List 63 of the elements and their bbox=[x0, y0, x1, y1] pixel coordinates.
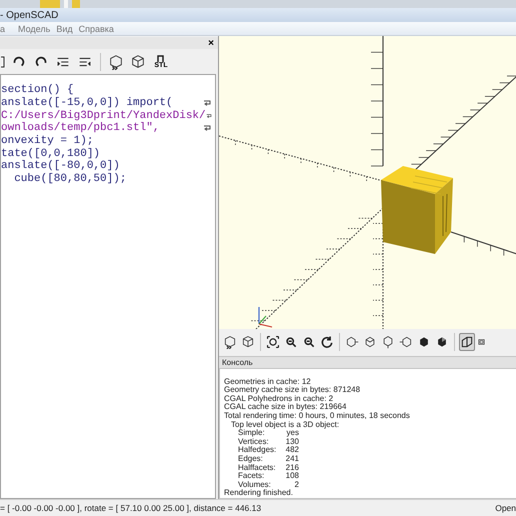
stat-label: Facets: bbox=[238, 472, 266, 481]
code-editor[interactable]: section() { anslate([-15,0,0]) import( C:/Users/Big3Dprint/YandexDisk/ ownloads/temp/pbc1.stl", onvexity = 1); tate([0,0,180]) anslate([-80,0,0]) cube([80,80,50]); bbox=[0, 74, 216, 499]
console-line: Total rendering time: 0 hours, 0 minutes, 18 seconds bbox=[224, 412, 411, 421]
view-button[interactable] bbox=[459, 333, 475, 352]
stat-value: 482 bbox=[284, 446, 299, 455]
console-line: Geometry cache size in bytes: 871248 bbox=[224, 386, 362, 395]
stat-value: 130 bbox=[284, 438, 299, 446]
code-line: tate([0,0,180]) bbox=[1, 148, 100, 160]
cube-right-icon bbox=[345, 335, 359, 350]
perspective-icon bbox=[460, 335, 474, 350]
axis-indicator-icon bbox=[258, 306, 272, 328]
menu-item[interactable]: Модель bbox=[18, 24, 56, 34]
console-title: Консоль bbox=[219, 356, 516, 368]
code-line: section() { bbox=[1, 84, 74, 96]
cube-icon bbox=[130, 54, 146, 70]
stat-value: 216 bbox=[284, 464, 299, 472]
stat-label: Vertices: bbox=[238, 438, 270, 446]
console-line: Top level object is a 3D object: bbox=[230, 420, 340, 429]
console-line: CGAL Polyhedrons in cache: 2 bbox=[224, 394, 334, 403]
cube-left-icon bbox=[399, 335, 413, 350]
shaded-cube-icon bbox=[435, 335, 449, 350]
menu-item[interactable]: а bbox=[0, 24, 18, 34]
view-button[interactable] bbox=[222, 333, 238, 352]
console-line: CGAL cache size in bytes: 219664 bbox=[224, 403, 348, 412]
stat-label: Simple: bbox=[238, 429, 265, 438]
cube-icon bbox=[241, 335, 255, 350]
stat-label: Halffacets: bbox=[238, 464, 277, 472]
export-icon bbox=[157, 54, 165, 62]
window-title: - OpenSCAD bbox=[0, 10, 58, 20]
line-wrap-icon bbox=[203, 99, 212, 108]
code-line: onvexity = 1); bbox=[1, 135, 94, 148]
code-line: ownloads/temp/pbc1.stl", bbox=[1, 122, 160, 134]
stat-label: Edges: bbox=[238, 455, 264, 464]
status-text: = [ -0.00 -0.00 -0.00 ], rotate = [ 57.10 0.00 25.00 ], distance = 446.13 bbox=[0, 503, 262, 513]
cube-bottom-icon bbox=[381, 335, 395, 350]
toolbar-button[interactable] bbox=[129, 52, 147, 70]
console-line: Rendering finished. bbox=[224, 489, 294, 498]
toolbar-button[interactable] bbox=[107, 52, 125, 70]
code-line: anslate([-80,0,0]) bbox=[1, 160, 120, 172]
menu-item[interactable]: Вид bbox=[56, 24, 79, 34]
toolbar-icon bbox=[1, 54, 5, 68]
reset-view-icon bbox=[320, 335, 334, 350]
console-line: Geometries in cache: 12 bbox=[224, 378, 312, 386]
stat-label: Halfedges: bbox=[238, 446, 278, 455]
zoom-out-icon bbox=[302, 335, 316, 350]
close-button[interactable]: × bbox=[208, 38, 214, 48]
stat-value: yes bbox=[286, 429, 299, 438]
solid-cube-icon bbox=[417, 335, 431, 350]
code-line: cube([80,80,50]); bbox=[13, 173, 126, 186]
menu-item[interactable]: Справка bbox=[78, 24, 120, 34]
cube-forward-icon bbox=[223, 335, 237, 350]
line-wrap-icon bbox=[206, 112, 212, 120]
line-wrap-icon bbox=[203, 124, 212, 132]
code-line: anslate([-15,0,0]) import( bbox=[1, 97, 173, 110]
status-text: Open bbox=[495, 503, 516, 513]
view-all-icon bbox=[266, 335, 280, 350]
code-line: C:/Users/Big3Dprint/YandexDisk/ bbox=[1, 110, 206, 122]
stat-value: 241 bbox=[284, 455, 299, 464]
cube-top-icon bbox=[363, 335, 377, 350]
stat-value: 2 bbox=[294, 480, 299, 490]
stat-label: Volumes: bbox=[238, 480, 272, 489]
cube-forward-icon bbox=[108, 54, 124, 70]
stat-value: 108 bbox=[284, 472, 299, 481]
